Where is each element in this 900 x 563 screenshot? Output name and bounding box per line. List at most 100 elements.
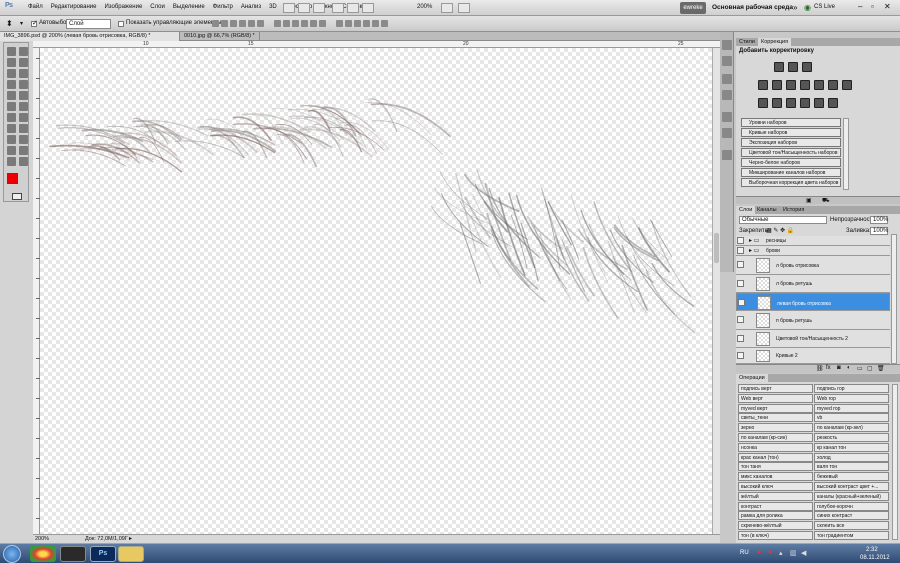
adjustment-type-icon[interactable] <box>758 98 768 108</box>
document-canvas[interactable] <box>40 48 712 534</box>
crop-tool-icon[interactable] <box>7 69 16 78</box>
align-distribute-icon[interactable] <box>301 20 308 27</box>
visibility-eye-icon[interactable] <box>737 334 744 342</box>
layer-thumbnail[interactable] <box>756 350 770 362</box>
clock-time[interactable]: 2:32 <box>866 547 878 553</box>
adjustment-type-icon[interactable] <box>788 62 798 72</box>
layer-row[interactable]: Кривые 2 <box>736 348 890 364</box>
preset-item[interactable]: Выборочная коррекция цвета наборов <box>741 178 841 187</box>
shape-tool-icon[interactable] <box>19 135 28 144</box>
zoom-level-select[interactable]: 200% <box>417 4 432 10</box>
layer-row[interactable]: ▸ ▭ ресницы <box>736 236 890 246</box>
screen-mode-icon[interactable] <box>458 3 470 13</box>
action-button[interactable]: тон (в ключ) <box>738 531 813 540</box>
cslive-label[interactable]: CS Live <box>814 4 835 10</box>
tab-channels[interactable]: Каналы <box>754 206 780 214</box>
layer-thumbnail[interactable] <box>756 277 770 291</box>
action-button[interactable]: жёлтый <box>738 491 813 501</box>
quick-select-tool-icon[interactable] <box>19 58 28 67</box>
align-distribute-icon[interactable] <box>230 20 237 27</box>
lock-icons[interactable]: ▦ ✎ ✥ 🔒 <box>766 227 794 234</box>
adjustment-type-icon[interactable] <box>828 80 838 90</box>
blur-tool-icon[interactable] <box>7 113 16 122</box>
align-distribute-icon[interactable] <box>239 20 246 27</box>
network-icon[interactable]: ▥ <box>790 549 797 557</box>
dodge-tool-icon[interactable] <box>19 113 28 122</box>
action-button[interactable]: по каналам (кр-зел) <box>814 423 889 433</box>
preset-item[interactable]: Цветовой тон/Насыщенность наборов <box>741 148 841 157</box>
menu-item[interactable]: Слои <box>146 4 169 10</box>
action-button[interactable]: зерно <box>738 423 813 433</box>
show-transform-checkbox[interactable] <box>118 21 124 27</box>
visibility-eye-icon[interactable] <box>737 247 744 254</box>
action-button[interactable]: подпись гор <box>814 384 889 393</box>
align-distribute-icon[interactable] <box>319 20 326 27</box>
new-layer-icon[interactable]: ▢ <box>867 365 873 372</box>
menu-item[interactable]: Изображение <box>100 4 146 10</box>
pen-tool-icon[interactable] <box>7 124 16 133</box>
adjustment-type-icon[interactable] <box>802 62 812 72</box>
adjustment-layer-icon[interactable]: ◐ <box>847 365 851 371</box>
history-icon[interactable] <box>722 40 732 50</box>
chevron-down-icon[interactable]: ▾ <box>20 20 23 27</box>
layer-name[interactable]: ресницы <box>766 238 786 244</box>
language-indicator[interactable]: RU <box>740 550 749 556</box>
action-button[interactable]: крас канал (тон) <box>738 452 813 462</box>
preset-item[interactable]: Микширование каналов наборов <box>741 168 841 177</box>
action-button[interactable]: нсонка <box>738 442 813 452</box>
action-button[interactable]: высокий ключ <box>738 482 813 491</box>
layer-thumbnail[interactable] <box>757 296 771 310</box>
layer-thumbnail[interactable] <box>756 313 770 328</box>
align-distribute-icon[interactable] <box>257 20 264 27</box>
visibility-eye-icon[interactable] <box>737 316 744 323</box>
adjustment-type-icon[interactable] <box>814 80 824 90</box>
group-icon[interactable]: ▭ <box>857 365 863 372</box>
align-distribute-icon[interactable] <box>274 20 281 27</box>
adjustment-type-icon[interactable] <box>800 98 810 108</box>
action-button[interactable]: по каналам (кр-син) <box>738 433 813 442</box>
action-button[interactable]: валя тон <box>814 462 889 472</box>
zoom-tool-icon[interactable] <box>19 157 28 166</box>
folder-icon[interactable] <box>118 546 144 562</box>
layer-row[interactable]: п бровь ретушь <box>736 311 890 330</box>
eyedropper-tool-icon[interactable] <box>19 69 28 78</box>
volume-icon[interactable]: ◀ <box>801 549 806 557</box>
clone-stamp-tool-icon[interactable] <box>7 91 16 100</box>
action-button[interactable]: myved гор <box>814 403 889 413</box>
minimize-icon[interactable]: – <box>858 2 862 11</box>
zoom-icon[interactable] <box>347 3 359 13</box>
action-button[interactable]: склеить все <box>814 521 889 531</box>
mask-icon[interactable]: ◙ <box>837 365 841 371</box>
layer-name[interactable]: л бровь отрисовка <box>776 263 819 269</box>
layer-thumbnail[interactable] <box>756 332 770 346</box>
visibility-eye-icon[interactable] <box>737 279 744 287</box>
fill-input[interactable]: 100% <box>870 227 888 235</box>
paragraph-icon[interactable] <box>722 128 732 138</box>
align-distribute-icon[interactable] <box>372 20 379 27</box>
menu-item[interactable]: 3D <box>265 4 281 10</box>
layer-name[interactable]: л бровь ретушь <box>776 281 812 287</box>
layer-row[interactable]: левая бровь отрисовка <box>736 293 890 311</box>
vertical-scrollbar[interactable] <box>712 48 720 534</box>
opacity-input[interactable]: 100% <box>870 216 888 224</box>
chrome-icon[interactable] <box>30 546 56 562</box>
fx-icon[interactable]: fx <box>826 365 831 371</box>
align-distribute-icon[interactable] <box>248 20 255 27</box>
maximize-icon[interactable]: ▫ <box>871 2 874 11</box>
action-button[interactable]: синих контраст <box>814 511 889 521</box>
action-button[interactable]: высокий контраст цвет +... <box>814 482 889 491</box>
navigator-icon[interactable] <box>722 150 732 160</box>
menu-item[interactable]: Выделение <box>169 4 209 10</box>
status-zoom[interactable]: 200% <box>35 536 49 542</box>
clock-date[interactable]: 08.11.2012 <box>860 555 890 561</box>
path-select-tool-icon[interactable] <box>7 135 16 144</box>
cslive-icon[interactable]: ◉ <box>804 3 811 12</box>
layer-icon[interactable]: ▣ <box>806 197 812 204</box>
align-distribute-icon[interactable] <box>363 20 370 27</box>
action-button[interactable]: голубое-корочн <box>814 501 889 511</box>
layer-row[interactable]: Цветовой тон/Насыщенность 2 <box>736 330 890 348</box>
move-tool-icon[interactable]: ⬍ <box>6 19 13 28</box>
mini-bridge-icon[interactable] <box>283 3 295 13</box>
align-distribute-icon[interactable] <box>354 20 361 27</box>
adjustment-type-icon[interactable] <box>842 80 852 90</box>
